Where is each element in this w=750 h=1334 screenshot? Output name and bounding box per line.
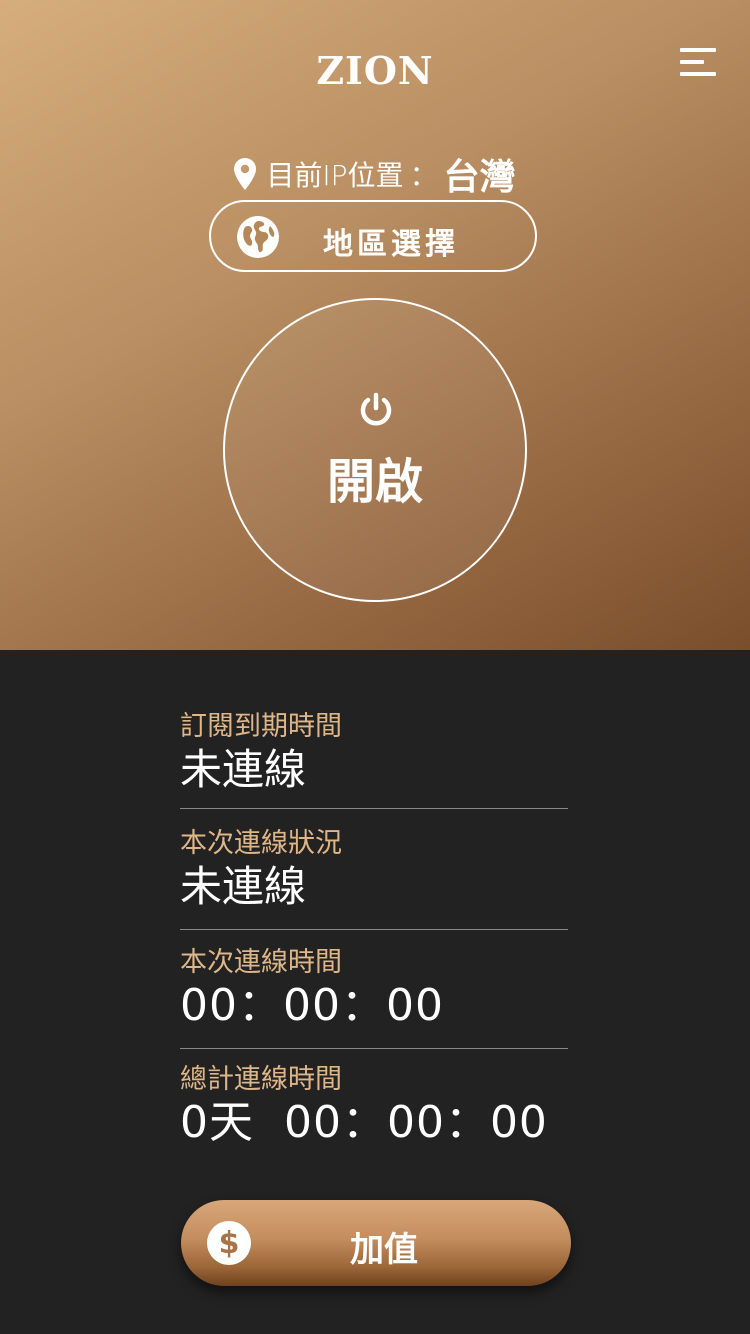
session-time-item: 本次連線時間 00：00：00	[180, 930, 568, 1048]
menu-button[interactable]	[680, 48, 716, 78]
subscription-expiry-value: 未連線	[180, 745, 307, 794]
brand-logo: ZION	[316, 48, 434, 93]
total-time-item: 總計連線時間 0天 00：00：00	[180, 1049, 568, 1159]
power-toggle-label: 開啟	[326, 454, 423, 510]
ip-location-label: 目前IP位置	[266, 159, 404, 192]
total-time-value: 0天 00：00：00	[180, 1097, 548, 1148]
connection-status-caption: 本次連線狀況	[180, 828, 342, 859]
ip-location-colon: ：	[409, 159, 438, 192]
current-ip-location: 目前IP位置 ： 台灣	[0, 148, 750, 200]
hero-section: ZION 目前IP位置 ： 台灣 地區選擇 開啟	[0, 0, 750, 650]
topup-label: 加值	[350, 1230, 418, 1270]
region-select-button[interactable]: 地區選擇	[209, 200, 537, 272]
connection-status-value: 未連線	[180, 862, 307, 911]
globe-icon	[237, 216, 279, 258]
total-time-caption: 總計連線時間	[180, 1064, 342, 1095]
power-icon	[360, 392, 392, 426]
connection-status-item: 本次連線狀況 未連線	[180, 809, 568, 929]
power-toggle-button[interactable]: 開啟	[223, 298, 527, 602]
connection-info-panel: 訂閱到期時間 未連線 本次連線狀況 未連線 本次連線時間 00：00：00 總計…	[180, 710, 568, 1159]
subscription-expiry-item: 訂閱到期時間 未連線	[180, 710, 568, 808]
region-select-label: 地區選擇	[323, 227, 459, 262]
session-time-caption: 本次連線時間	[180, 947, 342, 978]
topup-button[interactable]: $ 加值	[181, 1200, 571, 1286]
ip-location-value: 台灣	[443, 157, 516, 198]
app-page: ZION 目前IP位置 ： 台灣 地區選擇 開啟 訂閱到期時間 未連線 本次連線…	[0, 0, 750, 1334]
session-time-value: 00：00：00	[180, 980, 444, 1031]
subscription-expiry-caption: 訂閱到期時間	[180, 711, 342, 742]
location-pin-icon	[234, 158, 257, 190]
